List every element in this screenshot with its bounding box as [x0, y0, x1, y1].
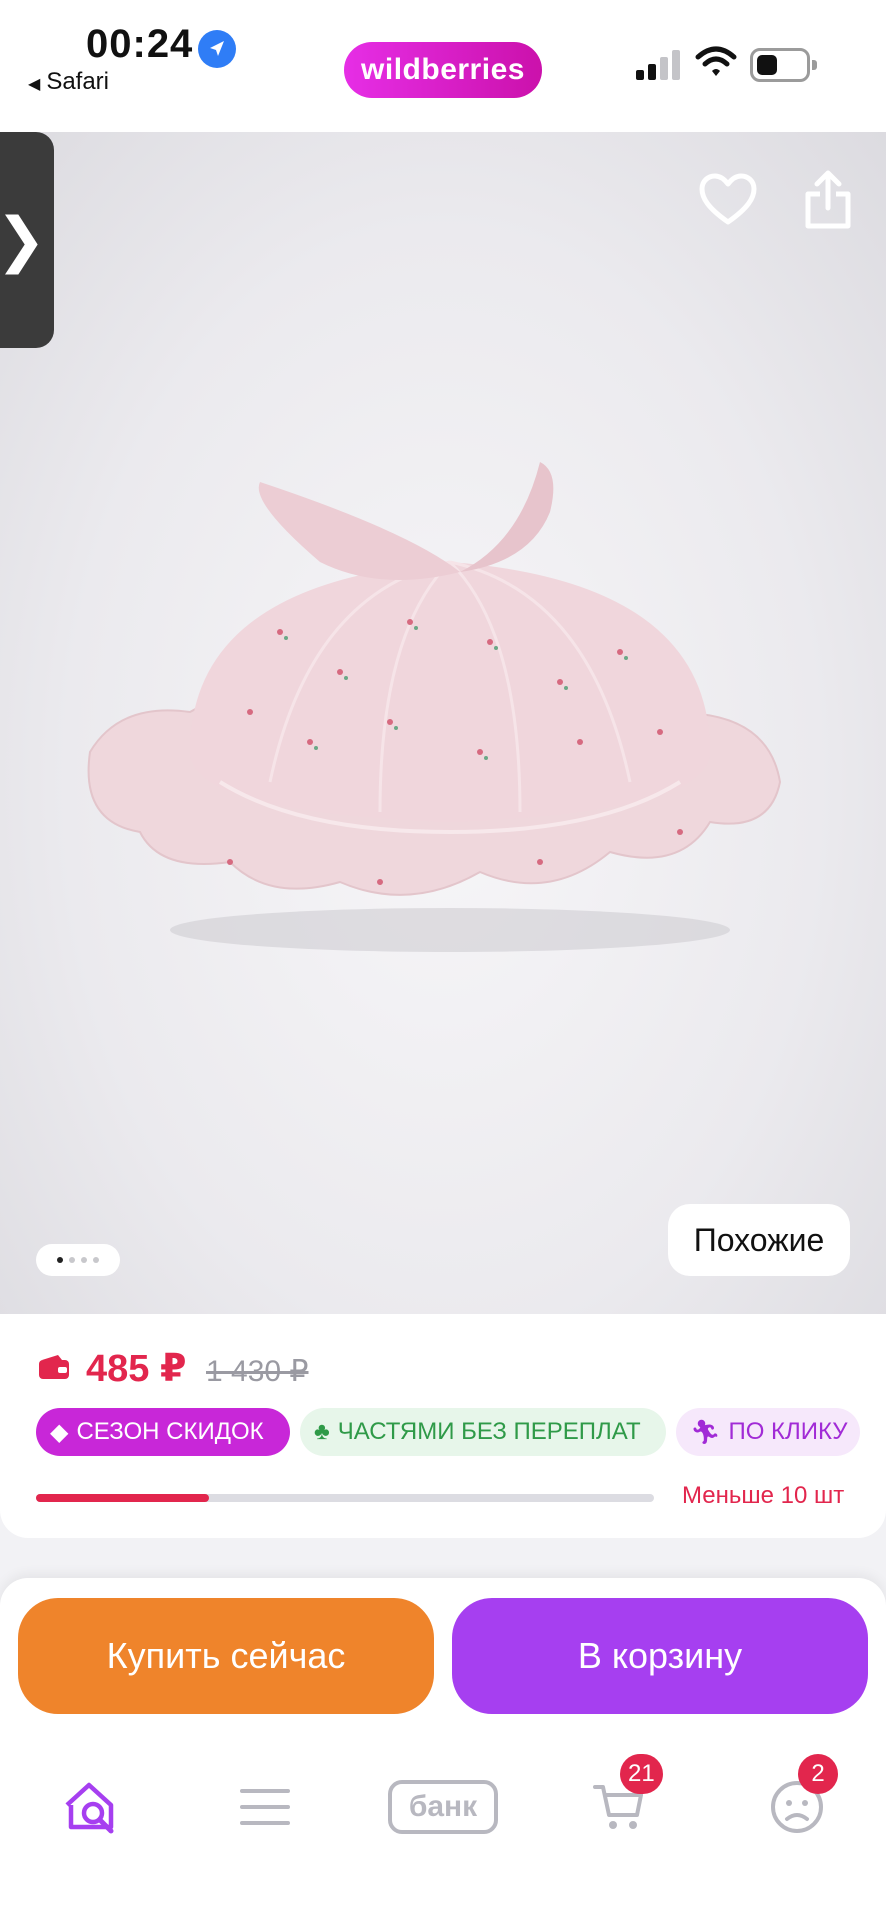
bank-icon: банк	[388, 1780, 498, 1834]
share-icon	[805, 170, 851, 229]
side-panel-toggle[interactable]: ❯	[0, 132, 54, 348]
pagination-dot	[57, 1257, 63, 1263]
tab-home[interactable]	[36, 1752, 146, 1862]
brand-logo: wildberries	[344, 42, 542, 98]
cart-count-badge: 21	[620, 1754, 663, 1794]
tab-catalog[interactable]	[210, 1752, 320, 1862]
chevron-right-icon: ❯	[0, 206, 47, 273]
price-card: 485 ₽ 1 430 ₽ ◆ СЕЗОН СКИДОК ♣ ЧАСТЯМИ Б…	[0, 1314, 886, 1538]
wallet-icon	[39, 1355, 69, 1379]
tab-profile[interactable]: 2	[742, 1752, 852, 1862]
current-price: 485 ₽	[86, 1348, 187, 1390]
back-triangle-icon: ◀	[28, 76, 41, 93]
home-search-icon	[65, 1782, 114, 1834]
similar-button[interactable]: Похожие	[668, 1204, 850, 1276]
bottom-panel: Купить сейчас В корзину банк 21 2	[0, 1578, 886, 1920]
menu-icon	[240, 1789, 290, 1825]
tab-cart[interactable]: 21	[564, 1752, 674, 1862]
tab-bank[interactable]: банк	[388, 1752, 498, 1862]
badge-label: ПО КЛИКУ	[728, 1418, 848, 1445]
badge-label: ЧАСТЯМИ БЕЗ ПЕРЕПЛАТ	[337, 1418, 641, 1445]
heart-icon	[699, 173, 757, 225]
back-to-app-link[interactable]: ◀ Safari	[28, 68, 109, 96]
status-time: 00:24	[86, 22, 194, 66]
signal-icon	[636, 48, 680, 80]
product-gallery[interactable]: ❯ Похожие	[0, 132, 886, 1314]
tag-icon: ◆	[50, 1418, 69, 1446]
badge-installments[interactable]: ♣ ЧАСТЯМИ БЕЗ ПЕРЕПЛАТ	[300, 1408, 666, 1456]
stock-label: Меньше 10 шт	[682, 1482, 845, 1509]
gallery-pagination	[36, 1244, 120, 1276]
pagination-dot	[93, 1257, 99, 1263]
wifi-icon	[694, 44, 738, 80]
tab-bar: банк 21 2	[0, 1752, 886, 1862]
running-icon: 🏃︎	[690, 1418, 721, 1446]
pagination-dot	[69, 1257, 75, 1263]
favorite-button[interactable]	[698, 172, 758, 228]
profile-notification-badge: 2	[798, 1754, 838, 1794]
product-image	[87, 462, 782, 952]
clover-icon: ♣	[314, 1418, 330, 1445]
badge-season-sale[interactable]: ◆ СЕЗОН СКИДОК	[36, 1408, 290, 1456]
badge-one-click[interactable]: 🏃︎ ПО КЛИКУ	[676, 1408, 860, 1456]
status-bar: 00:24 ◀ Safari wildberries	[0, 0, 886, 132]
old-price: 1 430 ₽	[206, 1355, 309, 1388]
buy-now-button[interactable]: Купить сейчас	[18, 1598, 434, 1714]
stock-progress-bar	[36, 1494, 654, 1502]
stock-progress-fill	[36, 1494, 210, 1502]
back-app-label: Safari	[46, 68, 110, 95]
share-button[interactable]	[800, 168, 856, 232]
pagination-dot	[81, 1257, 87, 1263]
location-arrow-icon	[198, 30, 236, 68]
battery-icon	[750, 48, 817, 82]
add-to-cart-button[interactable]: В корзину	[452, 1598, 868, 1714]
badge-label: СЕЗОН СКИДОК	[76, 1418, 264, 1445]
